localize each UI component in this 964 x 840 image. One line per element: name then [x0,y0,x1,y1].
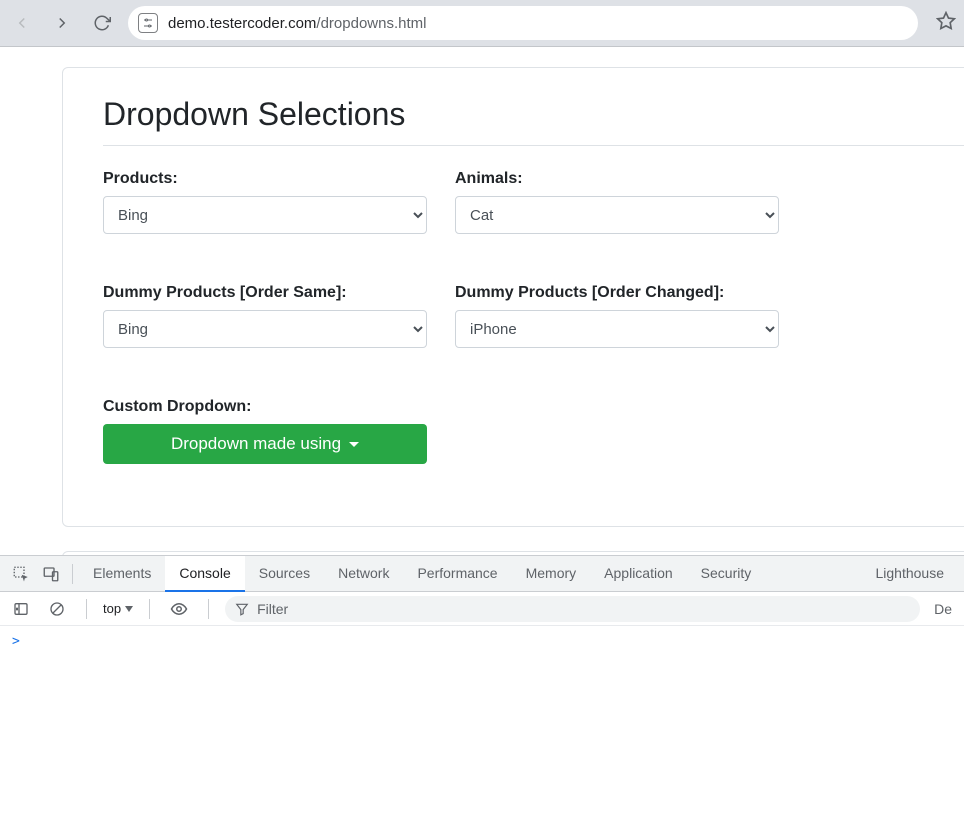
custom-dropdown-button-label: Dropdown made using [171,434,341,454]
bookmark-star-icon[interactable] [936,11,956,36]
dummy-same-field: Dummy Products [Order Same]: Bing [103,284,427,348]
tab-performance[interactable]: Performance [403,556,511,592]
console-filter[interactable]: Filter [225,596,920,622]
console-toolbar: top Filter De [0,592,964,626]
dummy-same-label: Dummy Products [Order Same]: [103,284,427,302]
separator [149,599,150,619]
tab-security[interactable]: Security [687,556,766,592]
tab-application[interactable]: Application [590,556,687,592]
separator [72,564,73,584]
inspect-element-icon[interactable] [6,556,36,592]
devtools-tabbar: Elements Console Sources Network Perform… [0,556,964,592]
url-text: demo.testercoder.com/dropdowns.html [168,15,426,32]
dropdown-selections-card: Dropdown Selections Products: Bing Anima… [62,67,964,527]
custom-dropdown-field: Custom Dropdown: Dropdown made using [103,398,427,464]
tab-sources[interactable]: Sources [245,556,324,592]
page-viewport: Dropdown Selections Products: Bing Anima… [0,47,964,555]
dummy-changed-select[interactable]: iPhone [455,310,779,348]
products-select[interactable]: Bing [103,196,427,234]
products-label: Products: [103,170,427,188]
dummy-changed-label: Dummy Products [Order Changed]: [455,284,779,302]
custom-dropdown-label: Custom Dropdown: [103,398,427,416]
chevron-down-icon [125,606,133,612]
filter-icon [235,602,249,616]
console-body[interactable]: > [0,626,964,840]
forward-button[interactable] [48,9,76,37]
tab-lighthouse[interactable]: Lighthouse [861,556,958,592]
tab-network[interactable]: Network [324,556,403,592]
card-title: Dropdown Selections [103,96,964,133]
clear-console-icon[interactable] [44,596,70,622]
reload-button[interactable] [88,9,116,37]
divider [103,145,964,146]
dummy-same-select[interactable]: Bing [103,310,427,348]
separator [208,599,209,619]
execution-context-selector[interactable]: top [103,601,133,616]
caret-down-icon [349,442,359,447]
fields-row: Products: Bing Animals: Cat Dummy Produc… [103,170,964,486]
tab-memory[interactable]: Memory [512,556,591,592]
dummy-changed-field: Dummy Products [Order Changed]: iPhone [455,284,779,348]
devtools-panel: Elements Console Sources Network Perform… [0,555,964,840]
tab-console[interactable]: Console [165,556,244,592]
tab-elements[interactable]: Elements [79,556,165,592]
filter-placeholder: Filter [257,601,288,617]
console-prompt-icon: > [12,634,20,649]
animals-field: Animals: Cat [455,170,779,234]
live-expression-icon[interactable] [166,596,192,622]
address-bar[interactable]: demo.testercoder.com/dropdowns.html [128,6,918,40]
separator [86,599,87,619]
custom-dropdown-button[interactable]: Dropdown made using [103,424,427,464]
back-button[interactable] [8,9,36,37]
animals-label: Animals: [455,170,779,188]
toggle-sidebar-icon[interactable] [8,596,34,622]
log-levels-selector[interactable]: De [930,601,956,617]
site-controls-icon[interactable] [138,13,158,33]
animals-select[interactable]: Cat [455,196,779,234]
device-toggle-icon[interactable] [36,556,66,592]
browser-toolbar: demo.testercoder.com/dropdowns.html [0,0,964,47]
products-field: Products: Bing [103,170,427,234]
